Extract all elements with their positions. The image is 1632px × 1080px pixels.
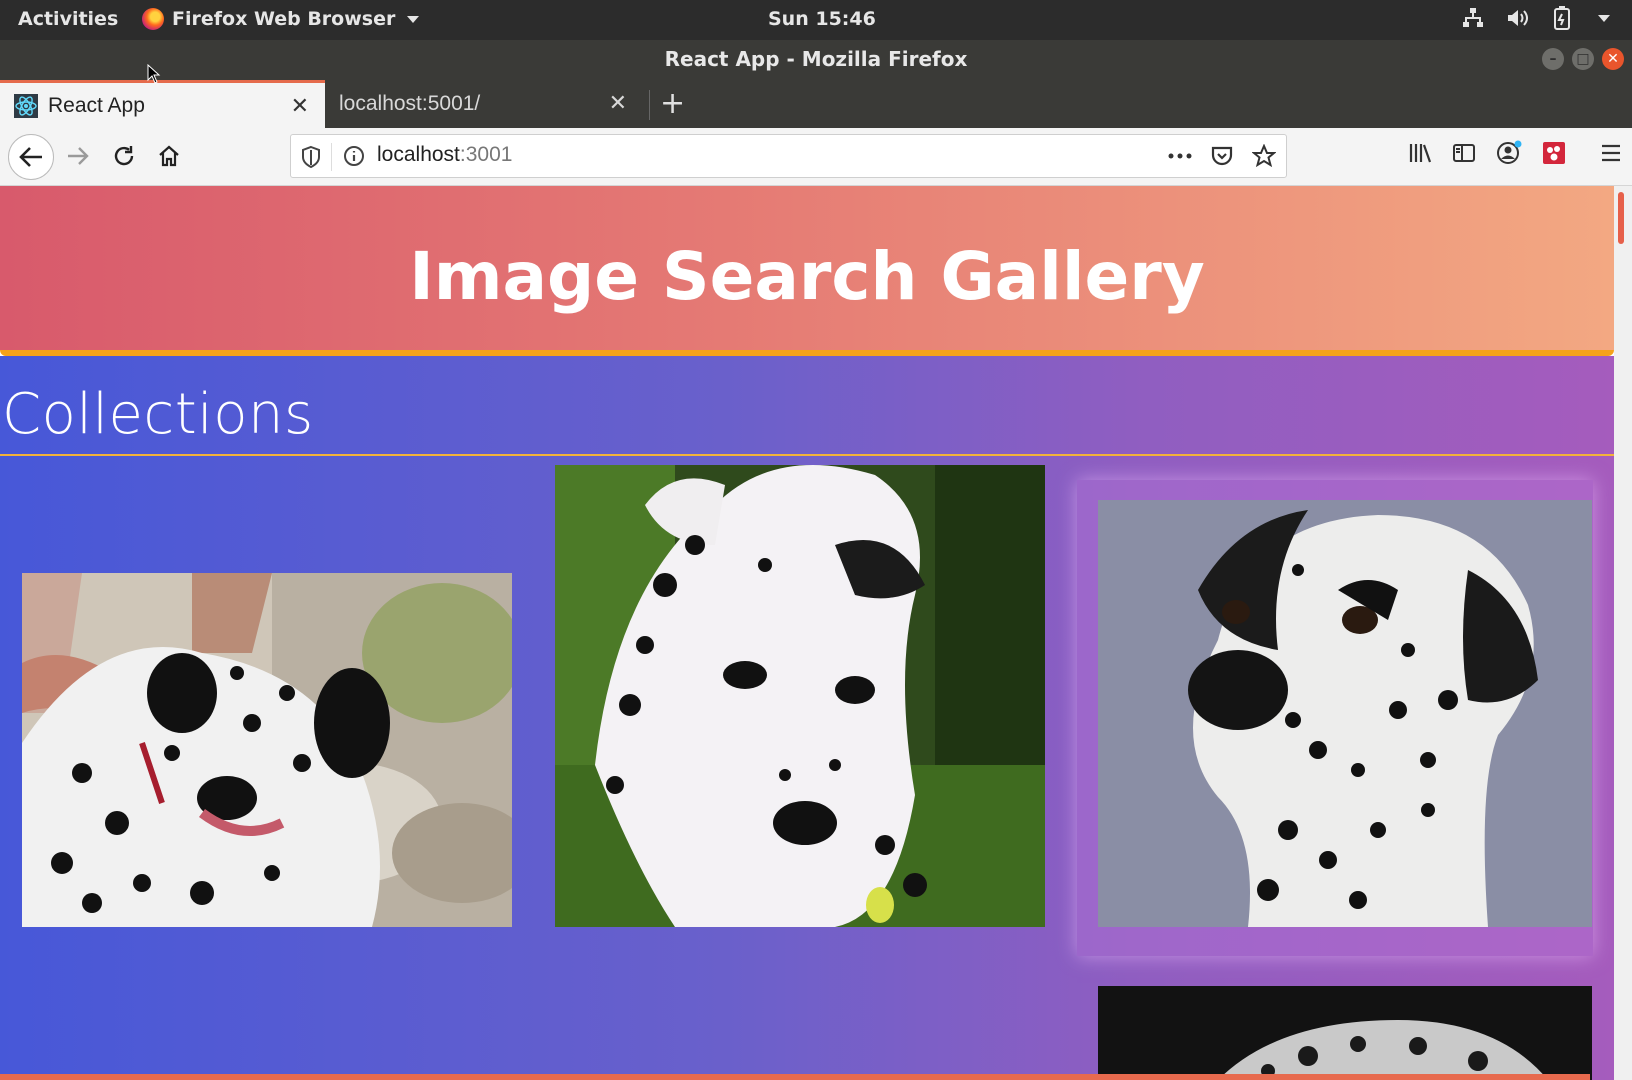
forward-button[interactable]	[58, 136, 98, 176]
gallery-image-1[interactable]	[22, 573, 512, 927]
react-icon	[14, 93, 38, 118]
back-button[interactable]	[8, 134, 54, 180]
clock[interactable]: Sun 15:46	[768, 8, 876, 30]
close-tab-icon[interactable]: ✕	[291, 93, 309, 119]
network-icon	[1463, 8, 1483, 27]
tab-strip: React App ✕ localhost:5001/ ✕	[0, 80, 1632, 128]
minimize-button[interactable]: –	[1542, 48, 1564, 70]
close-tab-icon[interactable]: ✕	[609, 90, 627, 116]
system-tray[interactable]	[1462, 6, 1610, 30]
sidebar-icon[interactable]	[1452, 142, 1476, 164]
dalmatian-rocks-image	[22, 573, 512, 927]
window-title: React App - Mozilla Firefox	[664, 47, 968, 71]
dalmatian-figurine-image	[1098, 500, 1592, 927]
window-title-bar: React App - Mozilla Firefox – □ ✕	[0, 40, 1632, 80]
library-icon[interactable]	[1408, 142, 1432, 164]
home-icon	[159, 145, 179, 167]
pocket-icon[interactable]	[1210, 144, 1234, 168]
scrollbar-thumb[interactable]	[1618, 192, 1624, 244]
section-divider	[0, 454, 1614, 456]
account-icon[interactable]	[1496, 140, 1522, 166]
app-menu-label: Firefox Web Browser	[172, 8, 396, 30]
chevron-down-icon	[407, 15, 420, 23]
page-title: Image Search Gallery	[409, 238, 1205, 315]
home-button[interactable]	[149, 136, 189, 176]
arrow-left-icon	[19, 147, 42, 167]
url-bar[interactable]: localhost:3001	[290, 134, 1287, 178]
gallery-image-3[interactable]	[1098, 500, 1592, 927]
system-top-bar: Activities Firefox Web Browser Sun 15:46	[0, 0, 1632, 40]
reload-button[interactable]	[104, 136, 144, 176]
tab-label: React App	[48, 93, 145, 117]
reload-icon	[114, 146, 134, 166]
section-title: Collections	[2, 382, 314, 447]
hamburger-menu-icon[interactable]	[1600, 143, 1622, 163]
url-text[interactable]: localhost:3001	[377, 143, 512, 167]
mouse-cursor-icon	[147, 64, 161, 84]
volume-icon	[1508, 10, 1528, 26]
battery-icon	[1554, 6, 1570, 30]
navigation-toolbar: localhost:3001	[0, 128, 1632, 186]
more-actions-icon[interactable]	[1168, 152, 1192, 160]
toolbar-right	[1408, 140, 1622, 166]
shield-icon[interactable]	[301, 145, 321, 169]
tab-localhost-5001[interactable]: localhost:5001/ ✕	[325, 80, 643, 128]
url-bar-actions	[1168, 144, 1276, 168]
maximize-button[interactable]: □	[1572, 48, 1594, 70]
url-bar-separator	[331, 143, 332, 171]
gallery-image-4[interactable]	[1098, 986, 1592, 1080]
arrow-right-icon	[68, 147, 89, 165]
window-controls: – □ ✕	[1542, 48, 1624, 70]
bottom-accent-strip	[0, 1074, 1590, 1080]
dalmatian-dark-image	[1098, 986, 1592, 1080]
activities-button[interactable]: Activities	[18, 8, 118, 30]
page-header: Image Search Gallery	[0, 186, 1614, 356]
tab-separator	[649, 90, 650, 120]
new-tab-button[interactable]: +	[660, 86, 685, 121]
tab-label: localhost:5001/	[339, 92, 481, 115]
info-icon[interactable]	[343, 145, 365, 167]
page-scrollbar[interactable]	[1614, 186, 1632, 1080]
system-menu-chevron-icon	[1598, 14, 1610, 22]
bookmark-star-icon[interactable]	[1252, 144, 1276, 168]
app-menu[interactable]: Firefox Web Browser	[142, 8, 420, 30]
gallery-image-2[interactable]	[555, 465, 1045, 927]
dalmatian-grass-image	[555, 465, 1045, 927]
extension-icon[interactable]	[1542, 141, 1566, 165]
page-viewport: Image Search Gallery Collections	[0, 186, 1632, 1080]
tab-react-app[interactable]: React App ✕	[0, 80, 325, 128]
firefox-icon	[142, 8, 164, 30]
close-window-button[interactable]: ✕	[1602, 48, 1624, 70]
